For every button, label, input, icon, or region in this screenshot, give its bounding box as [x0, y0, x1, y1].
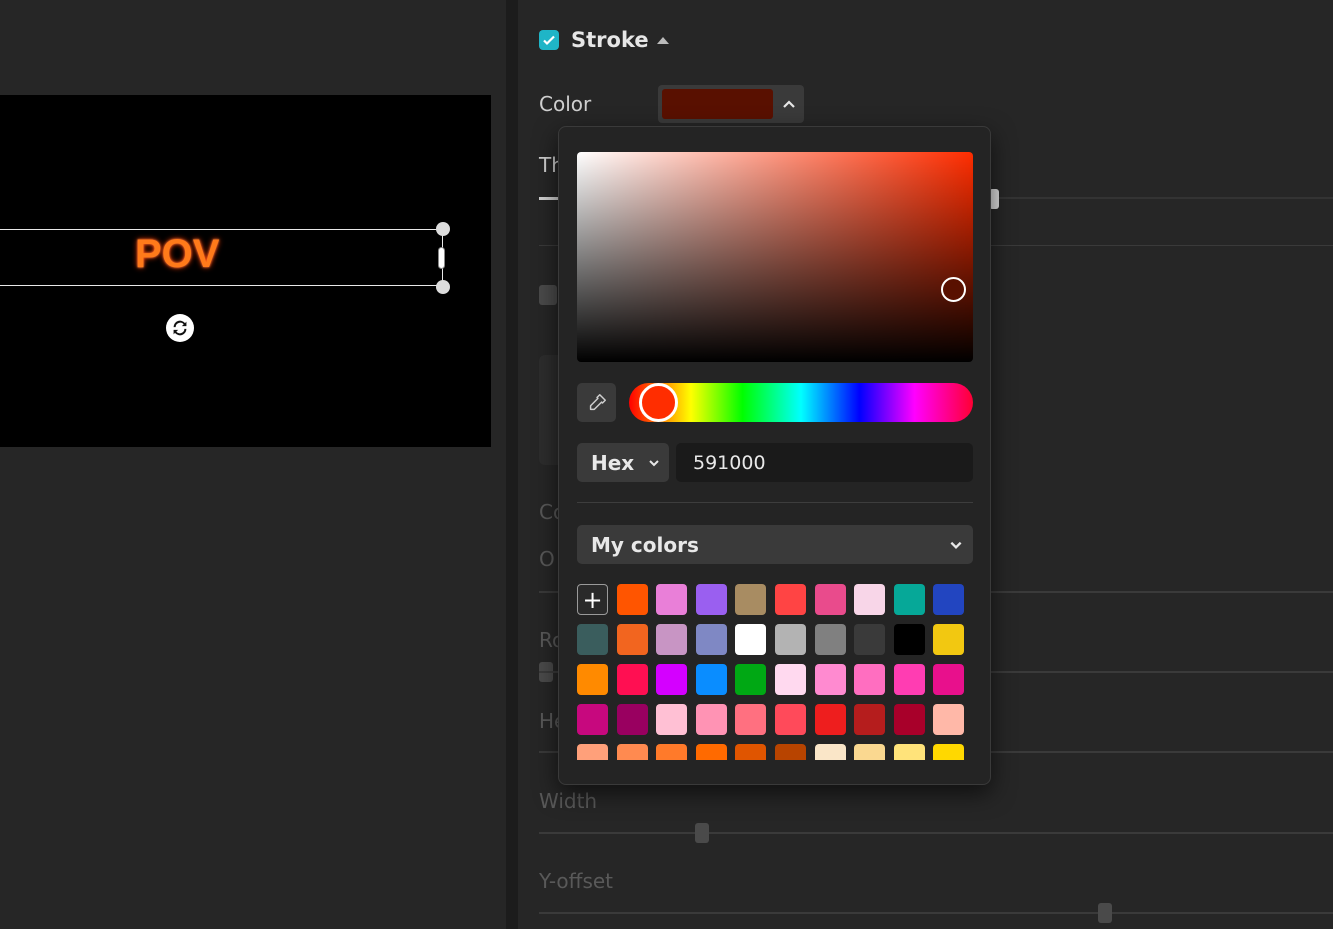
color-mode-label: Hex	[591, 450, 635, 475]
color-swatch[interactable]	[893, 624, 925, 655]
yoffset-slider-track[interactable]	[539, 912, 1333, 914]
color-swatch[interactable]	[854, 744, 886, 760]
palette-dropdown[interactable]: My colors	[577, 525, 973, 564]
color-swatch[interactable]	[695, 704, 727, 735]
color-swatch[interactable]	[814, 584, 846, 615]
color-swatch[interactable]	[933, 624, 965, 655]
add-color-button[interactable]: +	[577, 584, 608, 615]
color-swatch[interactable]	[814, 704, 846, 735]
color-swatch[interactable]	[893, 664, 925, 695]
swatch-grid: +	[577, 584, 973, 760]
color-swatch[interactable]	[774, 664, 806, 695]
color-swatch[interactable]	[656, 704, 688, 735]
color-swatch[interactable]	[933, 704, 965, 735]
yoffset-label: Y-offset	[539, 869, 614, 893]
toggle-hidden[interactable]	[539, 285, 557, 305]
color-swatch[interactable]	[774, 744, 806, 760]
color-swatch[interactable]	[814, 664, 846, 695]
width-slider-track[interactable]	[539, 832, 1333, 834]
yoffset-slider-thumb[interactable]	[1098, 903, 1112, 923]
stroke-label: Stroke	[571, 28, 649, 52]
color-swatch[interactable]	[656, 744, 688, 760]
swatch-grid-scroll[interactable]: +	[577, 584, 973, 760]
color-swatch[interactable]	[774, 584, 806, 615]
rotate-icon	[173, 320, 187, 336]
color-swatch[interactable]	[577, 744, 608, 760]
color-swatch[interactable]	[616, 584, 648, 615]
color-swatch[interactable]	[656, 664, 688, 695]
color-swatch[interactable]	[616, 624, 648, 655]
stroke-color-button[interactable]	[658, 85, 804, 123]
color-swatch[interactable]	[854, 584, 886, 615]
thickness-slider-fill	[539, 197, 559, 200]
color-swatch[interactable]	[656, 624, 688, 655]
color-mode-select[interactable]: Hex	[577, 443, 669, 482]
panel-divider[interactable]	[506, 0, 518, 929]
resize-handle-bottom-right[interactable]	[436, 280, 450, 294]
color-swatch[interactable]	[695, 664, 727, 695]
text-selection-box[interactable]	[0, 229, 443, 286]
color-swatch[interactable]	[616, 704, 648, 735]
color-swatch[interactable]	[735, 704, 767, 735]
color-swatch[interactable]	[814, 744, 846, 760]
color-swatch[interactable]	[735, 664, 767, 695]
hue-slider-thumb[interactable]	[639, 383, 678, 422]
color-swatch[interactable]	[854, 704, 886, 735]
hue-slider[interactable]	[629, 383, 973, 422]
video-preview[interactable]: POV	[0, 95, 491, 447]
color-swatch[interactable]	[695, 584, 727, 615]
color-swatch[interactable]	[616, 664, 648, 695]
width-label: Width	[539, 789, 598, 813]
color-swatch[interactable]	[854, 624, 886, 655]
color-swatch[interactable]	[933, 584, 965, 615]
color-swatch[interactable]	[893, 704, 925, 735]
color-swatch[interactable]	[735, 624, 767, 655]
picker-separator	[577, 502, 973, 503]
color-swatch[interactable]	[695, 744, 727, 760]
color-swatch[interactable]	[774, 624, 806, 655]
color-swatch[interactable]	[616, 744, 648, 760]
stroke-checkbox[interactable]	[539, 30, 559, 50]
width-slider-thumb[interactable]	[695, 823, 709, 843]
color-picker-popup: Hex My colors +	[558, 126, 991, 785]
check-icon	[543, 35, 555, 46]
color-swatch[interactable]	[933, 744, 965, 760]
color-swatch[interactable]	[854, 664, 886, 695]
color-swatch[interactable]	[656, 584, 688, 615]
eyedropper-button[interactable]	[577, 383, 616, 422]
color-swatch[interactable]	[577, 664, 608, 695]
saturation-value-cursor[interactable]	[941, 277, 966, 302]
color-swatch[interactable]	[735, 584, 767, 615]
color-swatch[interactable]	[774, 704, 806, 735]
stroke-section-header[interactable]: Stroke	[539, 28, 669, 52]
color-swatch[interactable]	[893, 744, 925, 760]
resize-handle-right[interactable]	[438, 247, 445, 269]
palette-title: My colors	[591, 532, 699, 557]
color-swatch[interactable]	[814, 624, 846, 655]
color-swatch[interactable]	[577, 704, 608, 735]
color-swatch[interactable]	[577, 624, 608, 655]
hex-input[interactable]	[676, 443, 973, 482]
saturation-value-area[interactable]	[577, 152, 973, 362]
color-swatch[interactable]	[893, 584, 925, 615]
chevron-down-icon	[649, 459, 659, 466]
color-label: Color	[539, 92, 592, 116]
stroke-color-swatch	[662, 89, 773, 119]
eyedropper-icon	[589, 393, 606, 410]
rotate-handle[interactable]	[166, 314, 194, 342]
hidden-label-2: O	[539, 547, 555, 571]
text-layer-pov[interactable]: POV	[135, 232, 219, 277]
color-swatch[interactable]	[933, 664, 965, 695]
chevron-down-icon	[950, 541, 962, 549]
resize-handle-top-right[interactable]	[436, 222, 450, 236]
collapse-caret-icon[interactable]	[656, 36, 669, 44]
chevron-up-icon	[783, 100, 795, 108]
editor-canvas-area: POV	[0, 0, 506, 929]
color-swatch[interactable]	[695, 624, 727, 655]
color-swatch[interactable]	[735, 744, 767, 760]
